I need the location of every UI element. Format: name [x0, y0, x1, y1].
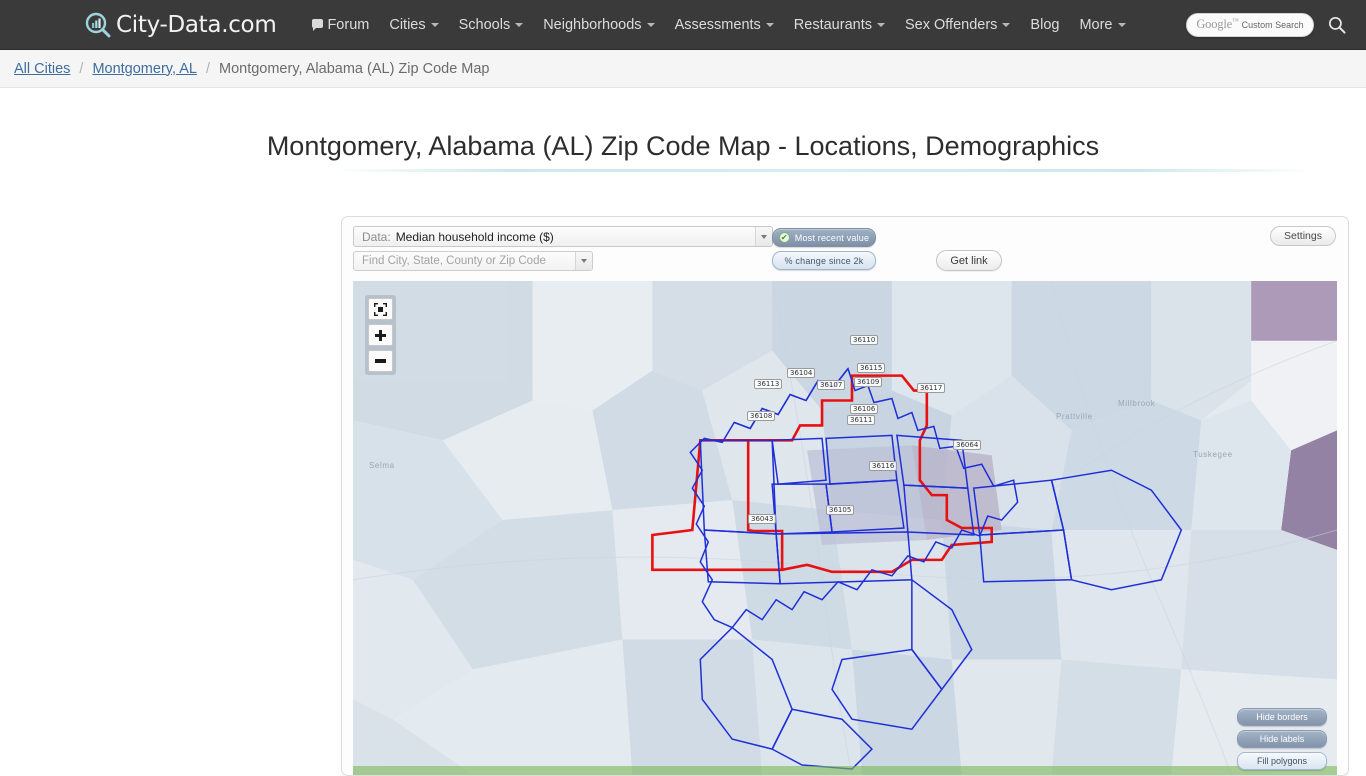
nav-item-assessments-label: Assessments: [674, 16, 761, 33]
fullscreen-icon[interactable]: [368, 298, 393, 320]
nav-links: Forum Cities Schools Neighborhoods Asses…: [302, 0, 1135, 50]
map-viewport[interactable]: AUBURN Millbrook Prattville Selma Tuskeg…: [353, 281, 1337, 775]
chevron-down-icon: [876, 22, 885, 27]
breadcrumb: All Cities / Montgomery, AL / Montgomery…: [0, 50, 1366, 88]
toggle-most-recent-value[interactable]: ✔ Most recent value: [772, 228, 876, 247]
get-link-button[interactable]: Get link: [936, 250, 1002, 271]
nav-item-blog-label: Blog: [1030, 16, 1060, 33]
data-select[interactable]: Data: Median household income ($): [353, 226, 773, 247]
zip-label-36115[interactable]: 36115: [857, 363, 886, 373]
nav-item-forum-label: Forum: [327, 16, 370, 33]
chevron-down-icon: [765, 22, 774, 27]
place-label-prattville: Prattville: [1056, 412, 1093, 421]
zip-label-36043[interactable]: 36043: [748, 514, 777, 524]
page-title: Montgomery, Alabama (AL) Zip Code Map - …: [266, 131, 1100, 161]
zoom-out-icon[interactable]: [368, 350, 393, 372]
find-location-input[interactable]: Find City, State, County or Zip Code: [353, 251, 593, 271]
nav-item-assessments[interactable]: Assessments: [665, 0, 784, 50]
toggle-most-recent-value-label: Most recent value: [794, 232, 870, 243]
check-icon: ✔: [778, 232, 790, 243]
chevron-down-icon: [1002, 22, 1011, 27]
nav-item-blog[interactable]: Blog: [1020, 0, 1069, 50]
nav-item-more[interactable]: More: [1069, 0, 1135, 50]
choropleth-map-canvas: [353, 281, 1337, 775]
activate-map-overlay[interactable]: Click to activate map...: [353, 766, 1337, 775]
place-label-millbrook: Millbrook: [1118, 399, 1156, 408]
zip-label-36117[interactable]: 36117: [917, 383, 946, 393]
top-navbar: City-Data.com Forum Cities Schools Neigh…: [0, 0, 1366, 50]
nav-item-sex-offenders[interactable]: Sex Offenders: [895, 0, 1020, 50]
toggle-percent-change[interactable]: % change since 2k: [772, 251, 876, 270]
nav-item-restaurants-label: Restaurants: [793, 16, 872, 33]
zip-label-36107[interactable]: 36107: [817, 380, 846, 390]
search-icon[interactable]: [1328, 16, 1346, 34]
fill-polygons-button[interactable]: Fill polygons: [1237, 752, 1327, 770]
google-custom-search-input[interactable]: Google™ Custom Search: [1186, 13, 1314, 37]
zip-label-36113[interactable]: 36113: [754, 379, 783, 389]
nav-item-schools[interactable]: Schools: [449, 0, 534, 50]
data-select-value: Median household income ($): [395, 229, 554, 244]
map-widget: Data: Median household income ($) Find C…: [341, 216, 1349, 776]
chevron-down-icon: [515, 22, 524, 27]
zip-label-36110[interactable]: 36110: [850, 335, 879, 345]
zip-label-36109[interactable]: 36109: [854, 377, 883, 387]
site-logo-link[interactable]: City-Data.com: [85, 11, 277, 38]
zip-label-36116[interactable]: 36116: [869, 461, 898, 471]
zip-label-36106[interactable]: 36106: [850, 404, 879, 414]
site-logo-text: City-Data.com: [116, 11, 277, 38]
breadcrumb-all-cities[interactable]: All Cities: [14, 61, 70, 77]
breadcrumb-separator: /: [205, 60, 210, 77]
hide-borders-button[interactable]: Hide borders: [1237, 708, 1327, 726]
place-label-selma: Selma: [369, 461, 395, 470]
choropleth-regions: [353, 281, 1337, 775]
toggle-percent-change-label: % change since 2k: [784, 255, 864, 266]
zip-label-36064[interactable]: 36064: [953, 440, 982, 450]
forum-icon: [312, 19, 324, 31]
data-select-label: Data:: [362, 229, 391, 244]
magnifier-chart-logo: [85, 12, 111, 37]
nav-item-cities[interactable]: Cities: [379, 0, 448, 50]
map-layer-options: Hide borders Hide labels Fill polygons: [1237, 704, 1327, 770]
nav-item-neighborhoods[interactable]: Neighborhoods: [533, 0, 664, 50]
place-label-tuskegee: Tuskegee: [1193, 450, 1233, 459]
zip-label-36105[interactable]: 36105: [826, 505, 855, 515]
breadcrumb-city[interactable]: Montgomery, AL: [92, 61, 197, 77]
custom-search-label: Custom Search: [1241, 20, 1304, 30]
settings-button[interactable]: Settings: [1270, 226, 1336, 246]
breadcrumb-separator: /: [79, 60, 84, 77]
title-underline: [330, 169, 1316, 172]
hide-labels-button[interactable]: Hide labels: [1237, 730, 1327, 748]
zip-label-36111[interactable]: 36111: [847, 415, 876, 425]
google-wordmark: Google™: [1196, 17, 1239, 32]
nav-item-restaurants[interactable]: Restaurants: [784, 0, 895, 50]
map-zoom-controls: [365, 295, 396, 375]
breadcrumb-current: Montgomery, Alabama (AL) Zip Code Map: [218, 60, 490, 77]
chevron-down-icon: [646, 22, 655, 27]
find-location-placeholder: Find City, State, County or Zip Code: [362, 255, 546, 267]
nav-item-sex-offenders-label: Sex Offenders: [904, 16, 998, 33]
nav-item-forum[interactable]: Forum: [302, 0, 379, 50]
nav-right-group: Google™ Custom Search: [1186, 0, 1346, 50]
map-toolbar: Data: Median household income ($) Find C…: [342, 217, 1348, 272]
chevron-down-icon: [1117, 22, 1126, 27]
nav-item-neighborhoods-label: Neighborhoods: [543, 16, 642, 33]
zoom-in-icon[interactable]: [368, 324, 393, 346]
nav-item-schools-label: Schools: [458, 16, 511, 33]
chevron-down-icon[interactable]: [575, 252, 592, 270]
chevron-down-icon[interactable]: [755, 227, 772, 246]
nav-item-more-label: More: [1079, 16, 1113, 33]
nav-item-cities-label: Cities: [389, 16, 426, 33]
zip-label-36108[interactable]: 36108: [747, 411, 776, 421]
zip-label-36104[interactable]: 36104: [787, 368, 816, 378]
chevron-down-icon: [430, 22, 439, 27]
